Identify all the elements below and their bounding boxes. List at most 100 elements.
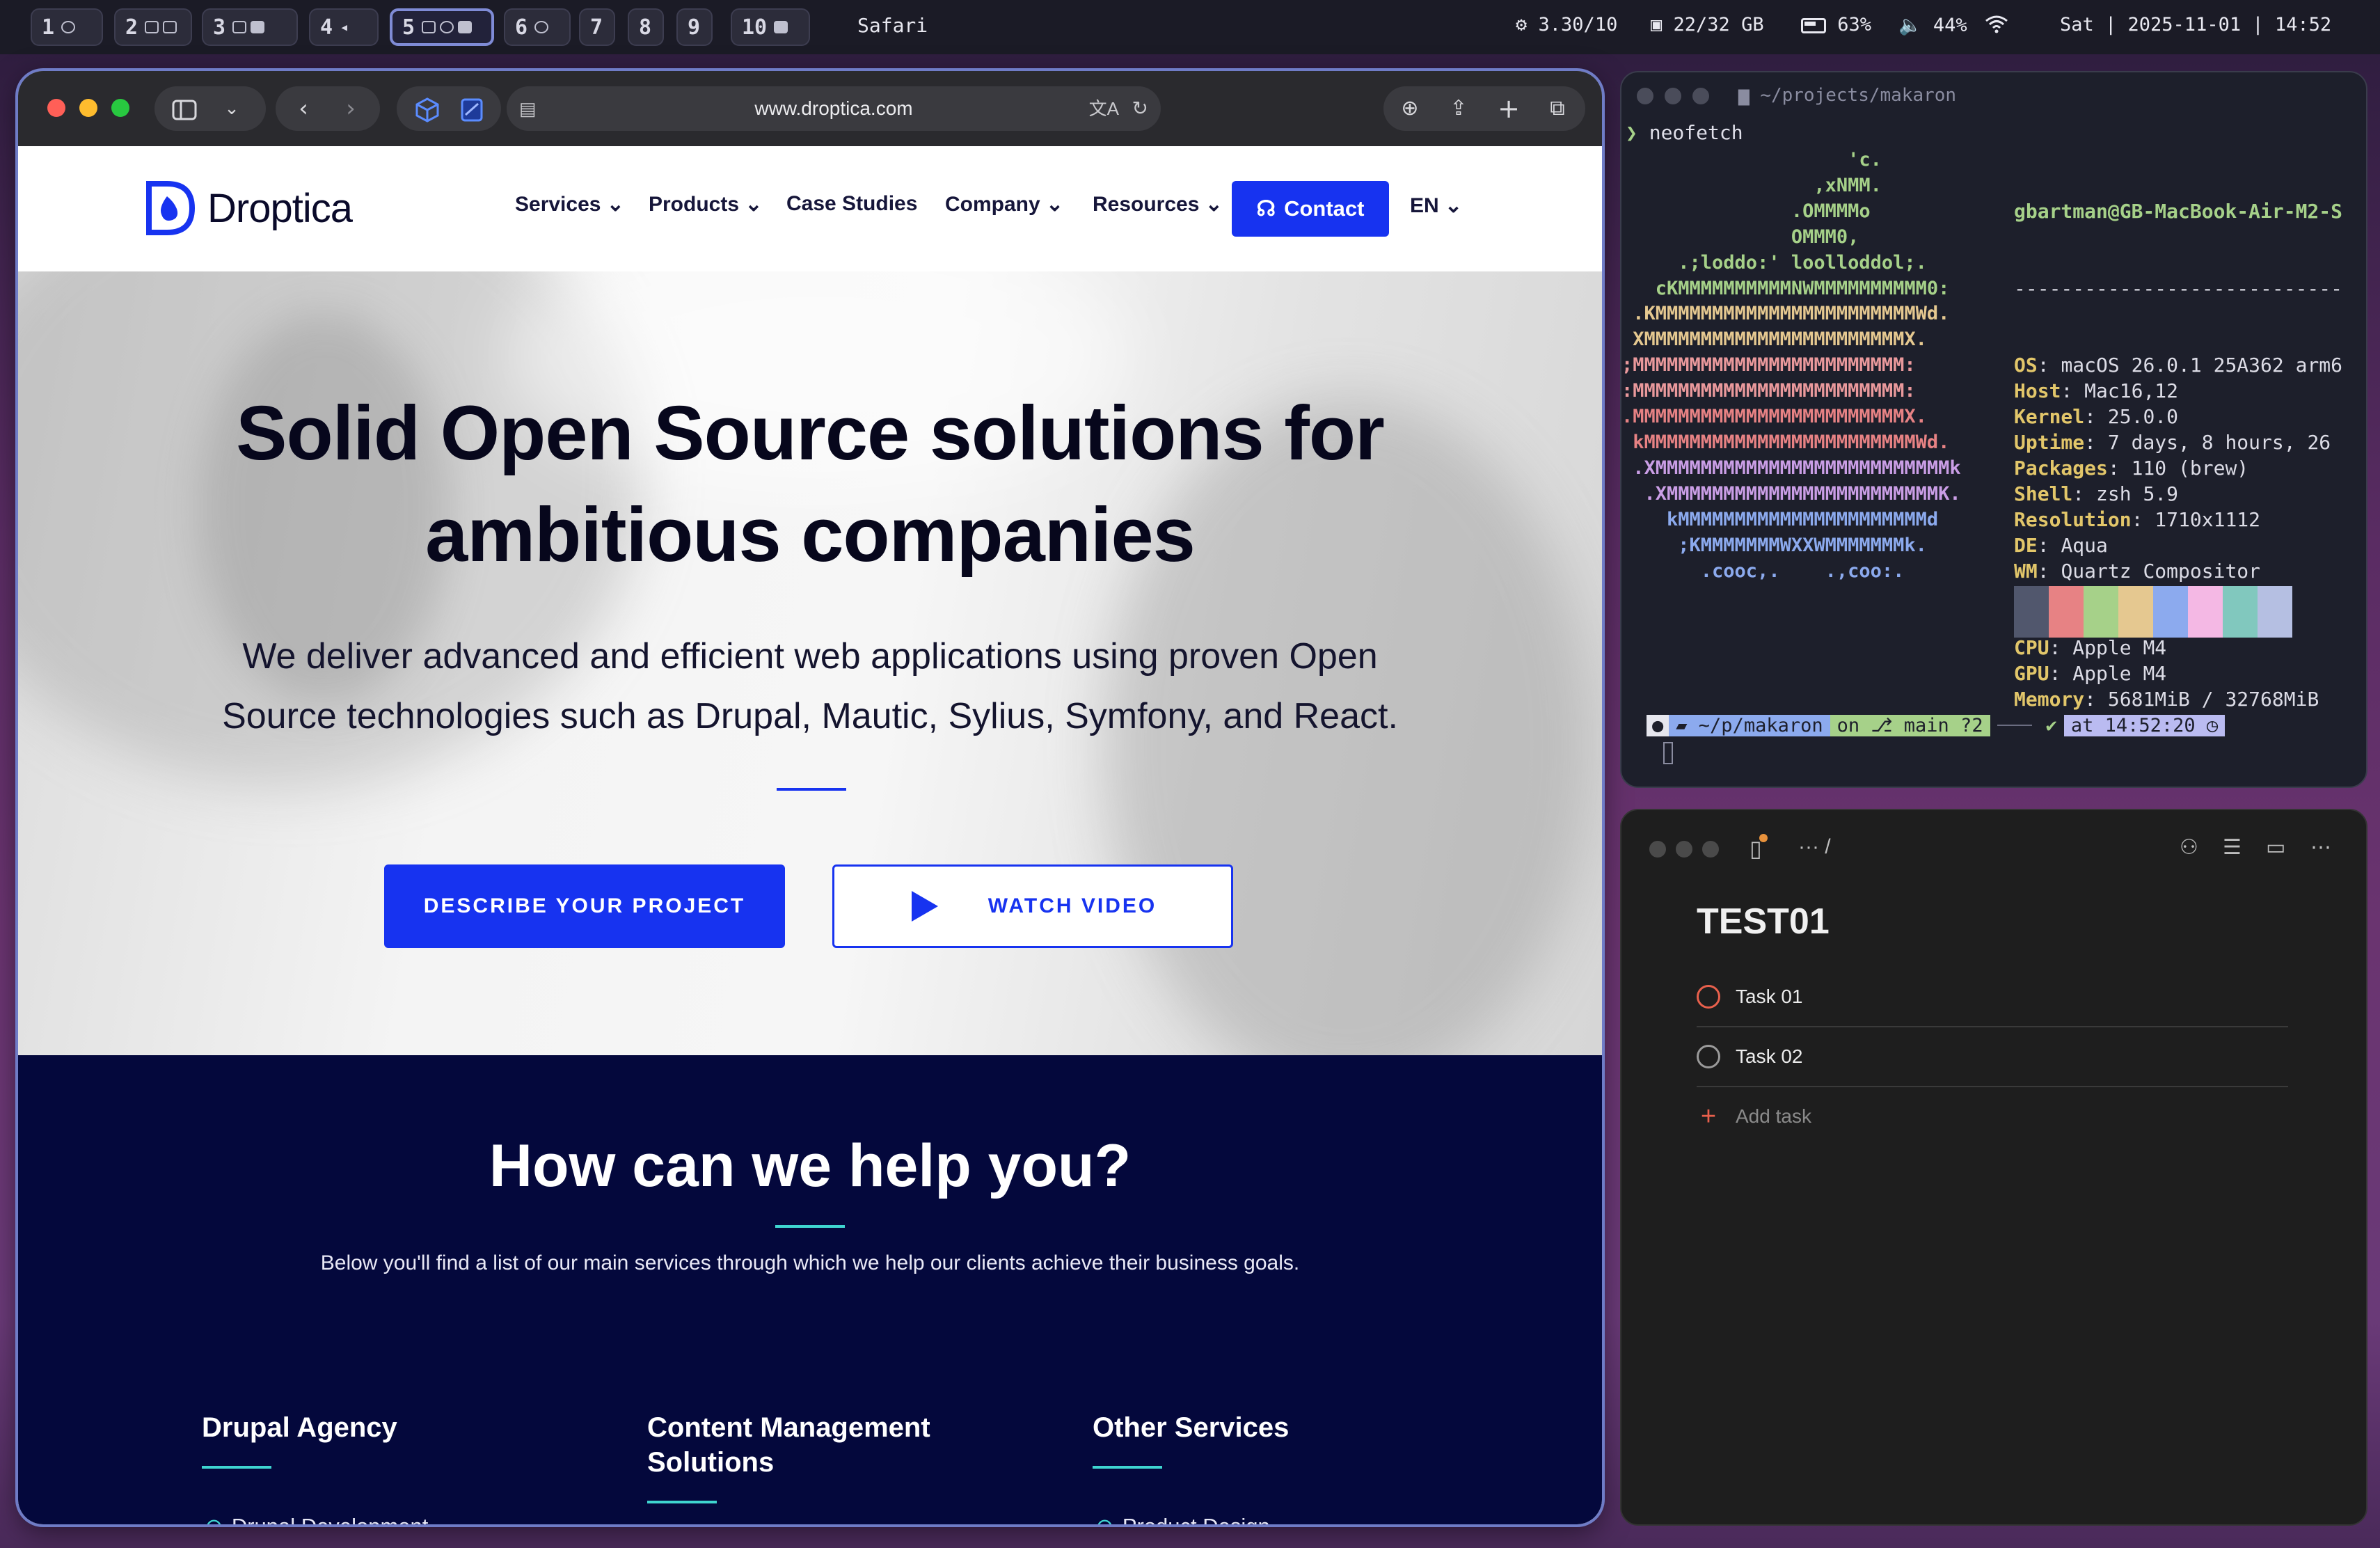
cpu-status[interactable]: ⚙ 3.30/10	[1516, 14, 1617, 35]
ascii-line: .XMMMMMMMMMMMMMMMMMMMMMMMMK.	[1621, 482, 1961, 505]
minimize-button[interactable]	[1665, 88, 1681, 104]
workspace-number: 7	[590, 15, 603, 40]
ascii-line: .OMMMMo	[1621, 200, 1871, 222]
info-key: Packages	[2014, 456, 2108, 480]
workspace-8[interactable]: 8	[628, 8, 664, 46]
info-rows: OS: macOS 26.0.1 25A362 arm6 Host: Mac16,…	[2014, 353, 2342, 713]
new-tab-icon[interactable]: +	[1488, 86, 1530, 131]
close-button[interactable]	[1649, 841, 1666, 858]
zoom-button[interactable]	[1692, 88, 1709, 104]
contact-button[interactable]: ☊ Contact	[1232, 181, 1389, 237]
prompt-arrow-icon: ❯	[1626, 121, 1637, 144]
terminal-window[interactable]: ▆ ~/projects/makaron ❯ neofetch 'c. ,xNM…	[1620, 71, 2367, 788]
hero-title: Solid Open Source solutions for ambitiou…	[236, 390, 1385, 578]
page-menu-icon[interactable]: ▤	[519, 86, 537, 131]
reload-icon[interactable]: ↻	[1132, 86, 1148, 131]
back-button[interactable]: ‹	[283, 86, 324, 131]
close-button[interactable]	[1637, 88, 1653, 104]
speaker-icon: 🔈	[1898, 15, 1922, 36]
info-value: Apple M4	[2072, 636, 2167, 660]
nav-resources[interactable]: Resources ⌄	[1093, 192, 1223, 216]
ascii-line: OMMM0,	[1621, 226, 1859, 248]
droptica-logo-icon	[146, 181, 196, 235]
nav-case-studies[interactable]: Case Studies	[786, 192, 917, 216]
ascii-line: ;MMMMMMMMMMMMMMMMMMMMMMMM:	[1621, 354, 1916, 377]
app-fill-icon	[774, 21, 788, 33]
share-user-icon[interactable]: ⚇	[2180, 835, 2198, 860]
droptica-logo[interactable]: Droptica	[143, 180, 353, 237]
terminal-title: ▆ ~/projects/makaron	[1738, 85, 1957, 106]
link-icon: ⊖	[205, 1513, 223, 1524]
language-selector[interactable]: EN ⌄	[1410, 194, 1462, 218]
tab-overview-icon[interactable]: ⧉	[1537, 86, 1578, 131]
notes-extension-icon[interactable]	[452, 86, 491, 131]
link-product-design[interactable]: ⊖ Product Design	[1095, 1513, 1270, 1524]
nav-products[interactable]: Products ⌄	[649, 192, 763, 216]
palette-swatch	[2014, 586, 2049, 638]
address-bar[interactable]: ▤ www.droptica.com 文A ↻	[507, 86, 1161, 131]
describe-project-button[interactable]: DESCRIBE YOUR PROJECT	[384, 864, 785, 948]
close-button[interactable]	[47, 99, 65, 117]
task-checkbox[interactable]	[1697, 1045, 1720, 1068]
services-title: How can we help you?	[489, 1132, 1132, 1199]
task-item[interactable]: Task 01	[1697, 968, 2288, 1027]
palette-swatch	[2258, 586, 2292, 638]
info-key: Kernel	[2014, 405, 2085, 429]
download-icon[interactable]: ⊕	[1389, 86, 1431, 131]
list-icon[interactable]: ☰	[2223, 835, 2242, 860]
add-task-button[interactable]: + Add task	[1697, 1087, 2288, 1146]
workspace-3[interactable]: 3	[202, 8, 298, 46]
comment-icon[interactable]: ▭	[2266, 835, 2285, 860]
hero-section: Solid Open Source solutions for ambitiou…	[18, 271, 1602, 1055]
battery-status[interactable]: 63%	[1801, 14, 1871, 35]
minimize-button[interactable]	[1676, 841, 1692, 858]
share-icon[interactable]: ⇪	[1438, 86, 1479, 131]
clock[interactable]: Sat | 2025-11-01 | 14:52	[2060, 14, 2331, 35]
more-icon[interactable]: ⋯	[2310, 835, 2331, 860]
link-drupal-development[interactable]: ⊖ Drupal Development	[205, 1513, 428, 1524]
column-title-other-services[interactable]: Other Services	[1093, 1410, 1289, 1445]
prompt-status: ✔	[2045, 714, 2057, 736]
task-item[interactable]: Task 02	[1697, 1027, 2288, 1087]
info-key: DE	[2014, 533, 2038, 557]
workspace-10[interactable]: 10	[731, 8, 810, 46]
services-subtitle: Below you'll find a list of our main ser…	[320, 1251, 1300, 1274]
memory-status[interactable]: ▣ 22/32 GB	[1651, 14, 1764, 35]
zoom-button[interactable]	[111, 99, 129, 117]
nav-services[interactable]: Services ⌄	[515, 192, 624, 216]
sidebar-toggle-icon[interactable]: ▯	[1750, 834, 1768, 862]
workspace-1[interactable]: 1	[31, 8, 103, 46]
browser-toolbar: ⌄ ‹ › ▤ www.droptica.com 文A ↻ ⊕ ⇪ + ⧉	[18, 71, 1602, 146]
nav-company[interactable]: Company ⌄	[945, 192, 1063, 216]
chevron-down-icon[interactable]: ⌄	[214, 86, 249, 131]
todo-window: ▯ ··· / ⚇ ☰ ▭ ⋯ TEST01 Task 01 Task 02 +…	[1620, 809, 2367, 1526]
info-value: 1710x1112	[2155, 507, 2261, 531]
task-checkbox[interactable]	[1697, 985, 1720, 1009]
volume-status[interactable]: 🔈 44%	[1898, 14, 1967, 36]
forward-button[interactable]: ›	[330, 86, 372, 131]
minimize-button[interactable]	[79, 99, 97, 117]
watch-video-button[interactable]: WATCH VIDEO	[832, 864, 1233, 948]
git-branch-icon: ⎇	[1871, 714, 1893, 736]
cube-extension-icon[interactable]	[408, 86, 447, 131]
active-app-name: Safari	[857, 14, 928, 37]
workspace-2[interactable]: 2	[114, 8, 192, 46]
column-title-drupal-agency[interactable]: Drupal Agency	[202, 1410, 397, 1445]
services-section: How can we help you? Below you'll find a…	[18, 1055, 1602, 1524]
workspace-9[interactable]: 9	[676, 8, 713, 46]
app-box-icon	[232, 21, 247, 33]
wifi-icon[interactable]	[1985, 14, 2008, 38]
workspace-number: 6	[515, 15, 528, 40]
workspace-7[interactable]: 7	[579, 8, 615, 46]
zoom-button[interactable]	[1702, 841, 1719, 858]
workspace-6[interactable]: 6	[504, 8, 571, 46]
workspace-4[interactable]: 4 ◂	[309, 8, 379, 46]
prompt-path: ▰ ~/p/makaron	[1669, 714, 1830, 736]
workspace-5[interactable]: 5	[390, 8, 494, 46]
translate-icon[interactable]: 文A	[1089, 86, 1119, 131]
sidebar-icon[interactable]	[167, 86, 202, 131]
ascii-line: 'c.	[1621, 149, 1882, 171]
column-title-content-management[interactable]: Content Management Solutions	[647, 1410, 930, 1480]
palette-swatch	[2223, 586, 2258, 638]
breadcrumb[interactable]: ··· /	[1798, 835, 1831, 859]
